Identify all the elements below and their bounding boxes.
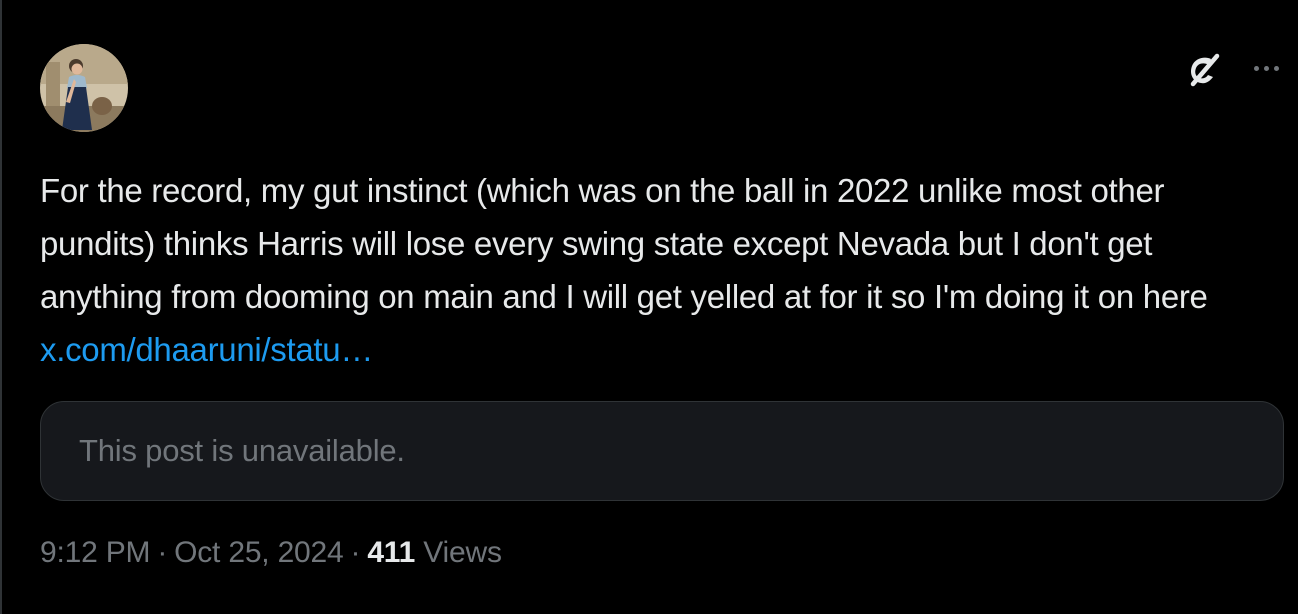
more-dot <box>1263 65 1269 71</box>
avatar-image <box>40 44 128 132</box>
tweet-link[interactable]: x.com/dhaaruni/statu… <box>40 331 373 368</box>
tweet-date[interactable]: Oct 25, 2024 <box>174 536 344 569</box>
more-icon[interactable] <box>1246 56 1286 80</box>
views-label: Views <box>423 536 502 569</box>
grok-icon-glyph <box>1190 53 1220 87</box>
meta-separator: · <box>157 536 168 569</box>
quoted-post-card[interactable]: This post is unavailable. <box>40 401 1284 501</box>
tweet-text: For the record, my gut instinct (which w… <box>40 164 1240 376</box>
more-dot <box>1273 65 1279 71</box>
tweet-time[interactable]: 9:12 PM <box>40 536 151 569</box>
more-dot <box>1253 65 1259 71</box>
avatar[interactable] <box>40 44 128 132</box>
left-border <box>0 0 2 614</box>
quoted-post-unavailable-text: This post is unavailable. <box>79 433 405 468</box>
meta-separator: · <box>350 536 361 569</box>
grok-icon[interactable] <box>1183 50 1223 90</box>
views-count[interactable]: 411 <box>367 536 415 569</box>
tweet-meta: 9:12 PM · Oct 25, 2024 · 411 Views <box>40 536 502 570</box>
tweet-body: For the record, my gut instinct (which w… <box>40 172 1208 315</box>
